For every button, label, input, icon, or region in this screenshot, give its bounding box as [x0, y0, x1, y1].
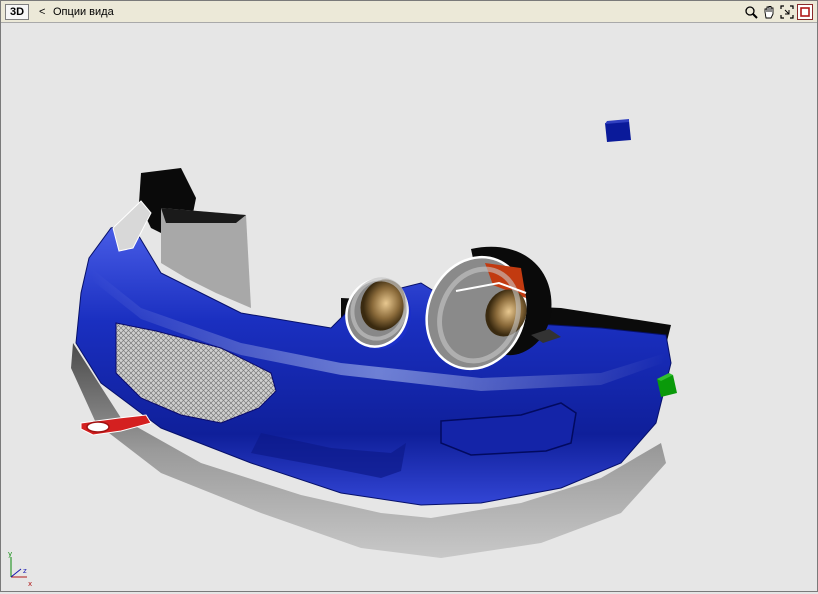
viewer-window: 3D < Опции вида y z x [0, 0, 818, 592]
bumper-model: y z x [8, 119, 677, 588]
pan-hand-icon[interactable] [761, 4, 777, 20]
view-options-toggle-icon[interactable]: < [39, 5, 45, 19]
axis-z-label: z [23, 567, 27, 575]
view-mode-button[interactable]: 3D [5, 4, 29, 20]
viewport-tools [743, 4, 813, 20]
viewer-toolbar: 3D < Опции вида [1, 1, 817, 23]
axis-gizmo: y z x [8, 550, 32, 588]
fit-view-icon[interactable] [779, 4, 795, 20]
axis-x-label: x [28, 580, 32, 588]
marker-cube-blue[interactable] [605, 121, 631, 142]
3d-viewport[interactable]: y z x [1, 23, 817, 591]
maximize-icon[interactable] [797, 4, 813, 20]
axis-y-label: y [8, 550, 12, 558]
zoom-icon[interactable] [743, 4, 759, 20]
view-options-link[interactable]: Опции вида [53, 5, 114, 19]
